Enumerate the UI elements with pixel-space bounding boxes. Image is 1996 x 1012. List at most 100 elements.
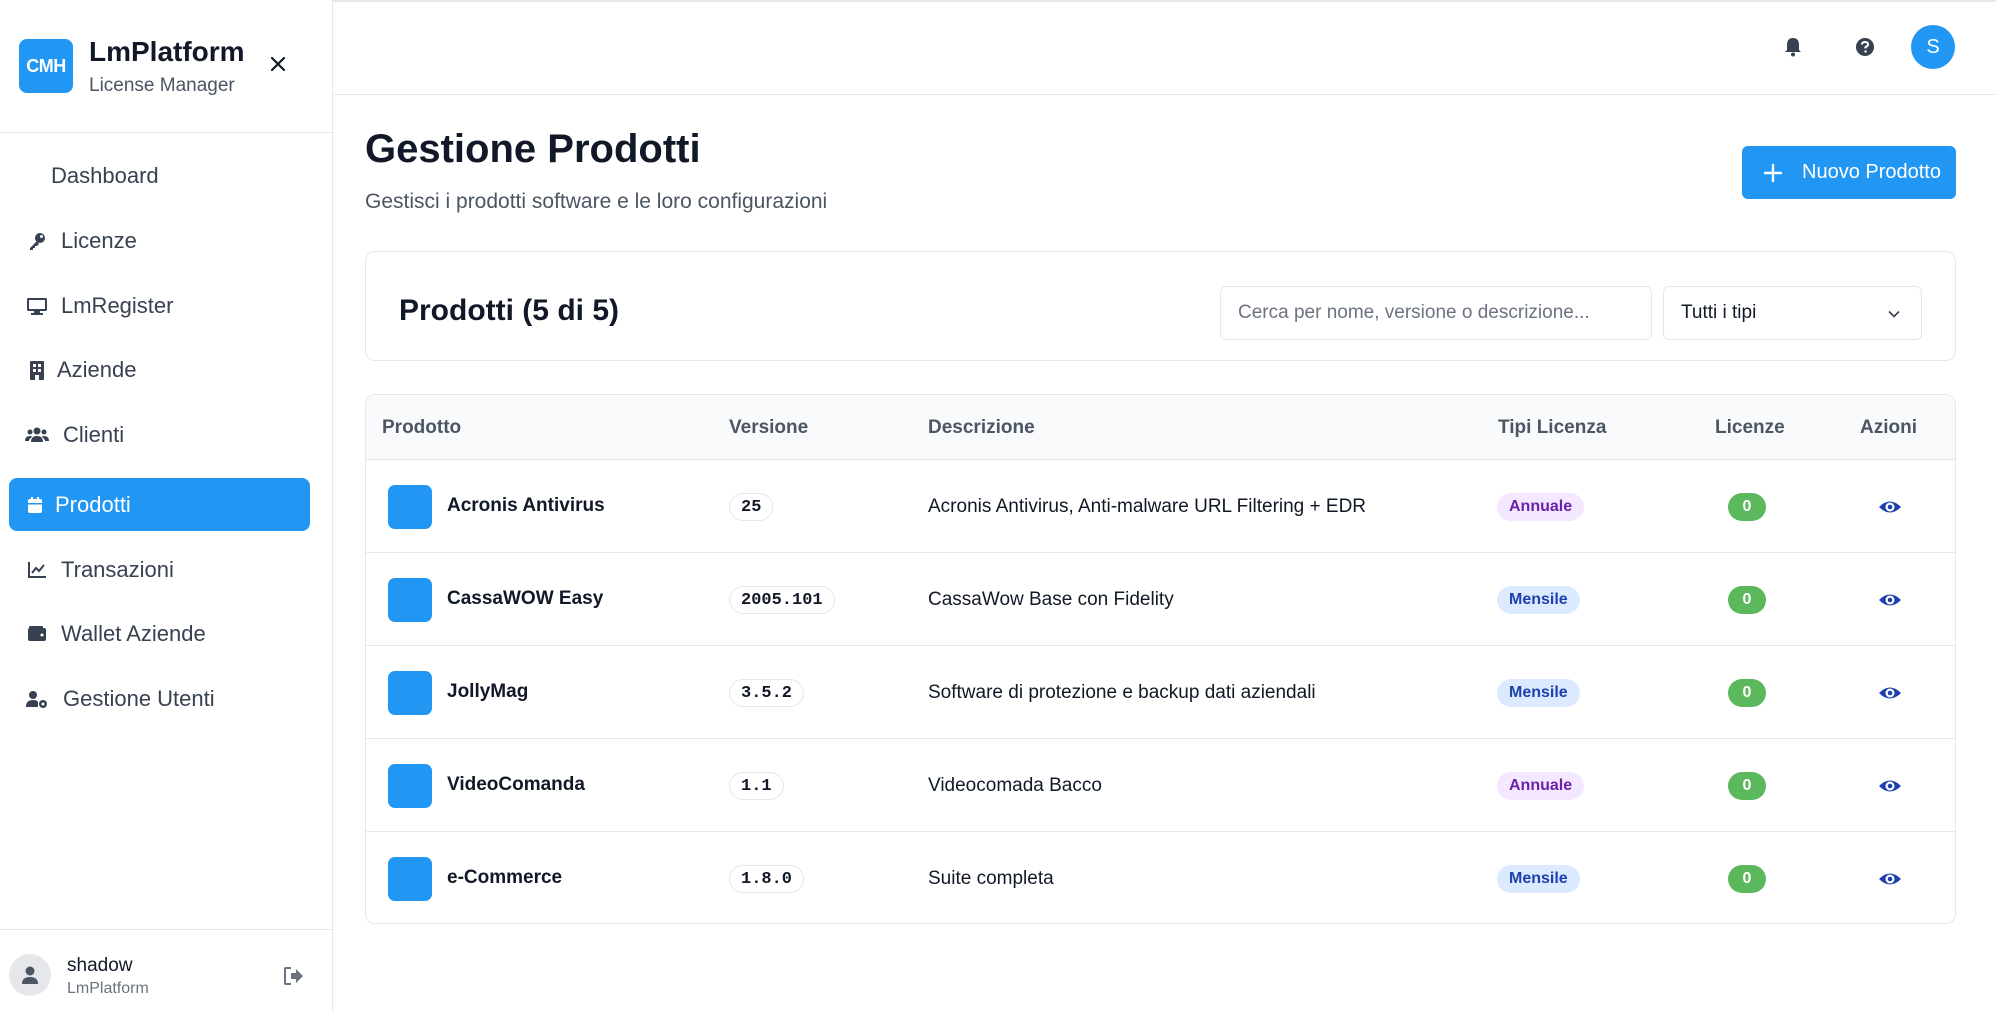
header-license-types: Tipi Licenza — [1498, 417, 1607, 438]
eye-icon[interactable] — [1877, 587, 1903, 613]
logout-icon[interactable] — [283, 965, 305, 987]
sidebar-item-prodotti[interactable]: Prodotti — [9, 478, 310, 531]
product-icon — [388, 857, 432, 901]
type-filter-value: Tutti i tipi — [1681, 302, 1757, 323]
sidebar-item-label: Prodotti — [55, 491, 131, 517]
license-type-badge: Annuale — [1497, 772, 1585, 800]
sidebar-item-label: LmRegister — [61, 292, 174, 318]
user-org: LmPlatform — [67, 980, 149, 997]
products-count-title: Prodotti (5 di 5) — [399, 294, 619, 327]
sidebar: CMH LmPlatform License Manager Dashboard… — [0, 0, 333, 1012]
license-count-badge: 0 — [1728, 865, 1766, 893]
table-row: Acronis Antivirus 25 Acronis Antivirus, … — [366, 460, 1955, 553]
license-type-badge: Mensile — [1497, 679, 1580, 707]
sidebar-item-clienti[interactable]: Clienti — [9, 408, 310, 461]
sidebar-item-label: Dashboard — [51, 162, 159, 188]
header-actions: Azioni — [1860, 417, 1917, 438]
product-description: Software di protezione e backup dati azi… — [928, 682, 1316, 703]
sidebar-item-dashboard[interactable]: Dashboard — [9, 149, 310, 202]
product-description: Acronis Antivirus, Anti-malware URL Filt… — [928, 496, 1367, 517]
license-count-badge: 0 — [1728, 679, 1766, 707]
product-icon — [388, 485, 432, 529]
version-badge: 3.5.2 — [729, 679, 805, 707]
topbar — [333, 0, 1996, 95]
brand-header: CMH LmPlatform License Manager — [0, 0, 332, 133]
new-product-label: Nuovo Prodotto — [1802, 161, 1941, 183]
product-icon — [388, 671, 432, 715]
filter-card: Prodotti (5 di 5) Tutti i tipi — [365, 251, 1956, 361]
header-description: Descrizione — [928, 417, 1035, 438]
product-name: VideoComanda — [447, 774, 585, 795]
sidebar-item-transazioni[interactable]: Transazioni — [9, 543, 310, 596]
sidebar-item-gestione-utenti[interactable]: Gestione Utenti — [9, 672, 310, 725]
header-licenses: Licenze — [1715, 417, 1785, 438]
version-badge: 1.8.0 — [729, 865, 805, 893]
help-icon[interactable] — [1854, 36, 1876, 58]
product-name: CassaWOW Easy — [447, 588, 604, 609]
type-filter-select[interactable]: Tutti i tipi — [1663, 286, 1922, 340]
product-name: JollyMag — [447, 681, 529, 702]
version-badge: 25 — [729, 493, 774, 521]
close-icon[interactable] — [268, 54, 288, 74]
page-title: Gestione Prodotti — [365, 127, 701, 171]
brand-title: LmPlatform — [89, 36, 245, 67]
wallet-icon — [25, 622, 49, 646]
sidebar-item-label: Aziende — [57, 356, 137, 382]
users-icon — [25, 423, 49, 447]
sidebar-item-label: Licenze — [61, 227, 137, 253]
eye-icon[interactable] — [1877, 680, 1903, 706]
building-icon — [25, 358, 49, 382]
product-icon — [388, 764, 432, 808]
sidebar-item-aziende[interactable]: Aziende — [9, 343, 310, 396]
box-icon — [23, 493, 47, 517]
page-subtitle: Gestisci i prodotti software e le loro c… — [365, 190, 828, 213]
product-description: Videocomada Bacco — [928, 775, 1102, 796]
eye-icon[interactable] — [1877, 494, 1903, 520]
header-version: Versione — [729, 417, 809, 438]
license-count-badge: 0 — [1728, 772, 1766, 800]
product-description: CassaWow Base con Fidelity — [928, 589, 1174, 610]
brand-logo: CMH — [19, 39, 73, 93]
license-type-badge: Mensile — [1497, 586, 1580, 614]
product-icon — [388, 578, 432, 622]
search-input[interactable] — [1220, 286, 1652, 340]
version-badge: 2005.101 — [729, 586, 835, 614]
sidebar-item-label: Clienti — [63, 421, 125, 447]
chevron-down-icon — [1888, 310, 1900, 318]
sidebar-item-wallet-aziende[interactable]: Wallet Aziende — [9, 607, 310, 660]
license-type-badge: Annuale — [1497, 493, 1585, 521]
sidebar-item-lmregister[interactable]: LmRegister — [9, 279, 310, 332]
chart-line-icon — [25, 558, 49, 582]
table-row: CassaWOW Easy 2005.101 CassaWow Base con… — [366, 553, 1955, 646]
license-count-badge: 0 — [1728, 493, 1766, 521]
products-table: Prodotto Versione Descrizione Tipi Licen… — [365, 394, 1956, 924]
monitor-icon — [25, 294, 49, 318]
eye-icon[interactable] — [1877, 773, 1903, 799]
license-type-badge: Mensile — [1497, 865, 1580, 893]
eye-icon[interactable] — [1877, 866, 1903, 892]
user-cog-icon — [25, 687, 49, 711]
table-row: JollyMag 3.5.2 Software di protezione e … — [366, 646, 1955, 739]
brand-subtitle: License Manager — [89, 75, 235, 96]
product-description: Suite completa — [928, 868, 1054, 889]
avatar — [9, 954, 51, 996]
sidebar-item-label: Transazioni — [61, 556, 174, 582]
new-product-button[interactable]: Nuovo Prodotto — [1742, 146, 1956, 199]
sidebar-item-label: Wallet Aziende — [61, 620, 206, 646]
dashboard-icon — [25, 164, 49, 188]
user-icon — [22, 966, 38, 984]
table-row: e-Commerce 1.8.0 Suite completa Mensile … — [366, 832, 1955, 923]
bell-icon[interactable] — [1782, 36, 1804, 58]
header-product: Prodotto — [382, 417, 462, 438]
sidebar-item-label: Gestione Utenti — [63, 685, 215, 711]
product-name: e-Commerce — [447, 867, 563, 888]
table-row: VideoComanda 1.1 Videocomada Bacco Annua… — [366, 739, 1955, 832]
user-name: shadow — [67, 955, 133, 976]
version-badge: 1.1 — [729, 772, 784, 800]
user-avatar-button[interactable]: S — [1911, 25, 1955, 69]
plus-icon — [1763, 163, 1783, 182]
sidebar-item-licenze[interactable]: Licenze — [9, 214, 310, 267]
key-icon — [25, 229, 49, 253]
table-header: Prodotto Versione Descrizione Tipi Licen… — [366, 395, 1955, 460]
license-count-badge: 0 — [1728, 586, 1766, 614]
